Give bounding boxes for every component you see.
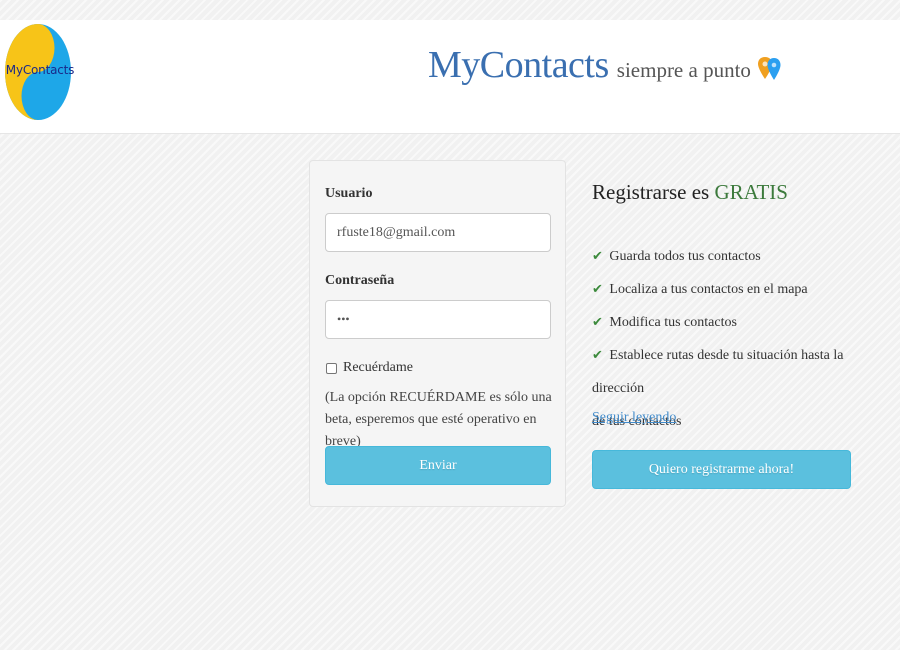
feature-text: Modifica tus contactos	[609, 315, 737, 330]
brand: MyContacts siempre a punto	[428, 43, 783, 87]
list-item: ✔ Guarda todos tus contactos	[592, 240, 862, 273]
logo[interactable]: MyContacts	[4, 23, 74, 121]
feature-list: ✔ Guarda todos tus contactos ✔ Localiza …	[592, 240, 862, 438]
password-label: Contraseña	[325, 273, 395, 288]
login-panel: Usuario rfuste18@gmail.com Contraseña ••…	[309, 160, 566, 507]
submit-button[interactable]: Enviar	[325, 446, 551, 485]
brand-name: MyContacts	[428, 44, 609, 86]
feature-text: Guarda todos tus contactos	[609, 249, 761, 264]
list-item: ✔ Localiza a tus contactos en el mapa	[592, 273, 862, 306]
check-icon: ✔	[592, 249, 603, 264]
brand-tagline: siempre a punto	[616, 58, 751, 82]
list-item: ✔ Establece rutas desde tu situación has…	[592, 339, 862, 405]
register-title-prefix: Registrarse es	[592, 180, 710, 204]
check-icon: ✔	[592, 282, 603, 297]
feature-text: Establece rutas desde tu situación hasta…	[592, 348, 844, 396]
feature-text: Localiza a tus contactos en el mapa	[609, 282, 808, 297]
read-more-link[interactable]: Seguir leyendo	[592, 410, 676, 426]
remember-checkbox[interactable]	[326, 362, 337, 374]
logo-text: MyContacts	[5, 63, 75, 77]
username-label: Usuario	[325, 186, 373, 201]
list-item: ✔ Modifica tus contactos	[592, 306, 862, 339]
password-field[interactable]: •••	[325, 300, 551, 339]
register-title: Registrarse es GRATIS	[592, 180, 862, 205]
check-icon: ✔	[592, 315, 603, 330]
header: MyContacts MyContacts siempre a punto	[0, 20, 900, 134]
register-section: Registrarse es GRATIS ✔ Guarda todos tus…	[592, 180, 862, 489]
beta-note: (La opción RECUÉRDAME es sólo una beta, …	[325, 390, 552, 449]
check-icon: ✔	[592, 348, 603, 363]
remember-row[interactable]: Recuérdame	[326, 360, 413, 376]
register-button[interactable]: Quiero registrarme ahora!	[592, 450, 851, 489]
register-title-free: GRATIS	[714, 180, 788, 204]
remember-label[interactable]: Recuérdame	[343, 360, 413, 376]
map-pins-icon	[757, 55, 783, 81]
username-field[interactable]: rfuste18@gmail.com	[325, 213, 551, 252]
